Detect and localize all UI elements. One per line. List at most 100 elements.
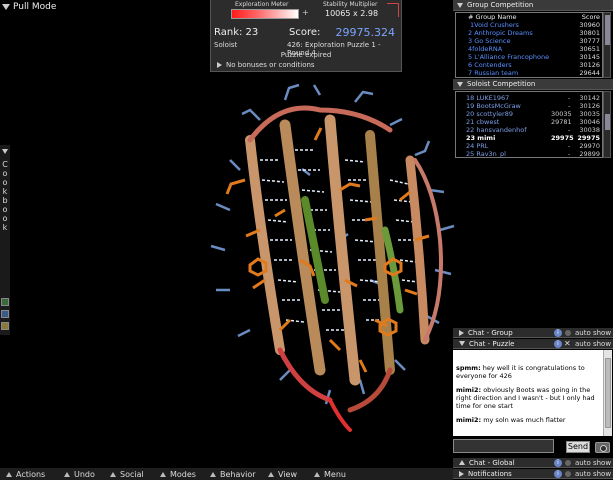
auto-show-toggle[interactable] bbox=[565, 460, 571, 466]
chat-scrollbar[interactable] bbox=[603, 350, 612, 436]
auto-show-label: auto show bbox=[575, 340, 612, 348]
modes-menu[interactable]: Modes bbox=[154, 468, 204, 480]
list-item[interactable]: 20 scottyler89 30035 30035 bbox=[456, 110, 602, 118]
auto-show-toggle[interactable] bbox=[565, 330, 571, 336]
chat-puzzle-label: Chat - Puzzle bbox=[469, 339, 515, 348]
list-item[interactable]: 2 Anthropic Dreams 30801 bbox=[456, 29, 602, 37]
list-item[interactable]: 24 PRL -29970 bbox=[456, 142, 602, 150]
col-group-name: # Group Name bbox=[468, 13, 517, 21]
pull-mode-toggle[interactable]: Pull Mode bbox=[2, 2, 56, 12]
exploration-meter-bar bbox=[231, 9, 299, 19]
recipe-icon[interactable] bbox=[1, 310, 9, 318]
mode-label: Soloist bbox=[214, 41, 238, 49]
auto-show-label: auto show bbox=[575, 329, 612, 337]
pull-mode-label: Pull Mode bbox=[13, 2, 57, 12]
group-scrollbar[interactable] bbox=[603, 12, 611, 78]
list-item[interactable]: 1Void Crushers 30960 bbox=[456, 21, 602, 29]
chevron-up-icon bbox=[6, 471, 12, 477]
list-item[interactable]: 22 hansvandenhof -30038 bbox=[456, 126, 602, 134]
list-item[interactable]: 19 BootsMcGraw -30126 bbox=[456, 102, 602, 110]
auto-show-label: auto show bbox=[575, 459, 612, 467]
chat-message: spmm: hey well it is congratulations to … bbox=[456, 364, 585, 380]
chevron-down-icon bbox=[2, 4, 10, 10]
notifications-header[interactable]: Notifications i auto show bbox=[453, 469, 613, 479]
soloist-scrollbar[interactable] bbox=[603, 91, 611, 158]
behavior-menu[interactable]: Behavior bbox=[204, 468, 262, 480]
scroll-thumb[interactable] bbox=[605, 358, 611, 428]
auto-show-label: auto show bbox=[575, 470, 612, 478]
chevron-up-icon bbox=[210, 471, 216, 477]
stability-multiplier-value: 10065 x 2.98 bbox=[325, 9, 379, 18]
social-menu[interactable]: Social bbox=[104, 468, 154, 480]
score-label: Score: bbox=[289, 27, 321, 38]
close-icon[interactable]: ✕ bbox=[564, 339, 571, 348]
list-item[interactable]: 6 Contenders 30126 bbox=[456, 61, 602, 69]
chevron-right-icon bbox=[459, 470, 464, 477]
scroll-thumb[interactable] bbox=[605, 15, 610, 45]
chevron-right-icon bbox=[459, 329, 464, 336]
bonus-toggle[interactable]: No bonuses or conditions bbox=[217, 61, 315, 69]
list-item[interactable]: 25 Rav3n_pl -29899 bbox=[456, 150, 602, 157]
list-item[interactable]: 18 LUKE1967-30142 bbox=[456, 94, 602, 102]
recipe-icon[interactable] bbox=[1, 322, 9, 330]
cookbook-label[interactable]: Cookbook bbox=[1, 160, 9, 232]
soloist-competition-title: Soloist Competition bbox=[467, 80, 536, 88]
chat-group-label: Chat - Group bbox=[468, 328, 513, 337]
chat-log[interactable]: spmm: hey well it is congratulations to … bbox=[453, 350, 603, 436]
chevron-up-icon bbox=[268, 471, 274, 477]
auto-show-toggle[interactable] bbox=[565, 471, 571, 477]
chevron-down-icon bbox=[457, 81, 463, 87]
protein-view[interactable] bbox=[190, 80, 470, 435]
bottom-menu-bar: Actions Undo Social Modes Behavior View … bbox=[0, 468, 453, 480]
group-competition-header[interactable]: Group Competition bbox=[453, 0, 613, 11]
stability-bracket bbox=[387, 3, 399, 17]
rank: Rank: 23 bbox=[214, 27, 259, 38]
notifications-label: Notifications bbox=[468, 469, 512, 478]
bonus-text: No bonuses or conditions bbox=[226, 61, 315, 69]
chevron-right-icon bbox=[217, 62, 222, 68]
send-button[interactable]: Send bbox=[566, 441, 590, 453]
main-menu[interactable]: Menu bbox=[308, 468, 358, 480]
chevron-up-icon bbox=[160, 471, 166, 477]
chevron-down-icon bbox=[2, 149, 8, 154]
col-score: Score bbox=[581, 13, 600, 21]
group-competition-title: Group Competition bbox=[467, 1, 534, 9]
chat-puzzle-header[interactable]: Chat - Puzzle i ✕ auto show bbox=[453, 339, 613, 349]
exploration-plus: + bbox=[302, 8, 309, 17]
soloist-competition-header[interactable]: Soloist Competition bbox=[453, 79, 613, 90]
chevron-up-icon bbox=[110, 471, 116, 477]
chat-message: mimi2: obviously Boots was going in the … bbox=[456, 386, 595, 410]
info-icon[interactable]: i bbox=[554, 459, 562, 467]
chevron-up-icon bbox=[314, 471, 320, 477]
puzzle-status: Puzzle expired bbox=[280, 51, 332, 59]
score-panel: Exploration Meter + Stability Multiplier… bbox=[210, 0, 402, 72]
group-competition-list: # Group Name Score 1Void Crushers 30960 2… bbox=[455, 12, 603, 78]
exploration-meter-label: Exploration Meter bbox=[235, 1, 289, 8]
actions-menu[interactable]: Actions bbox=[0, 468, 58, 480]
recipe-icon[interactable] bbox=[1, 298, 9, 306]
chat-group-header[interactable]: Chat - Group i auto show bbox=[453, 328, 613, 338]
list-item[interactable]: 4foldeRNA 30651 bbox=[456, 45, 602, 53]
chat-input[interactable] bbox=[453, 439, 554, 453]
chat-global-header[interactable]: Chat - Global i auto show bbox=[453, 458, 613, 468]
list-item[interactable]: 5 L'Alliance Francophone 30145 bbox=[456, 53, 602, 61]
soloist-competition-list: 18 LUKE1967-30142 19 BootsMcGraw -30126 2… bbox=[455, 91, 603, 158]
info-icon[interactable]: i bbox=[554, 329, 562, 337]
list-item[interactable]: 21 cbwest 29781 30046 bbox=[456, 118, 602, 126]
list-item-current-player[interactable]: 23 mimi 29975 29975 bbox=[456, 134, 602, 142]
score-value: 29975.324 bbox=[335, 26, 396, 39]
info-icon[interactable]: i bbox=[554, 470, 562, 478]
chevron-up-icon bbox=[64, 471, 70, 477]
list-item[interactable]: 3 Go Science 30777 bbox=[456, 37, 602, 45]
view-menu[interactable]: View bbox=[262, 468, 308, 480]
stability-multiplier-label: Stability Multiplier bbox=[323, 1, 378, 8]
info-icon[interactable]: i bbox=[554, 340, 562, 348]
chevron-up-icon bbox=[459, 460, 465, 465]
chevron-down-icon bbox=[457, 2, 463, 8]
camera-icon[interactable] bbox=[595, 442, 610, 453]
chat-global-label: Chat - Global bbox=[469, 458, 515, 467]
undo-menu[interactable]: Undo bbox=[58, 468, 104, 480]
scroll-thumb[interactable] bbox=[605, 114, 610, 130]
list-item[interactable]: 7 Russian team 29644 bbox=[456, 69, 602, 77]
chevron-down-icon bbox=[459, 341, 465, 346]
